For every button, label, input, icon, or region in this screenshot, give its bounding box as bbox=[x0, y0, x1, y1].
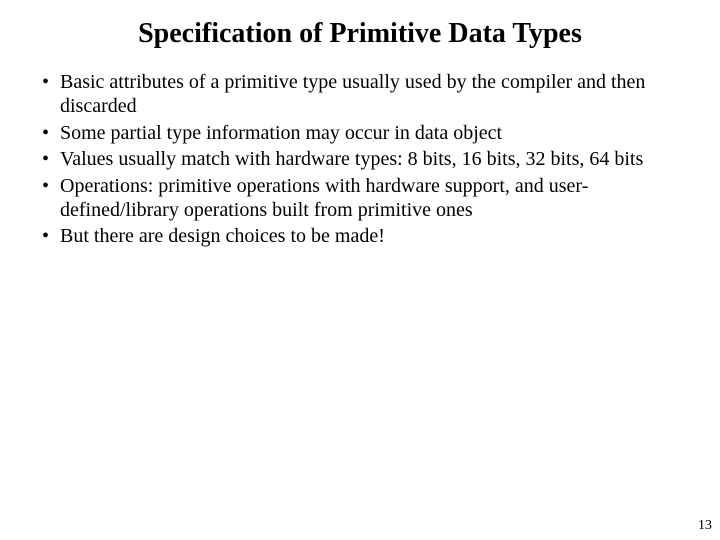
page-number: 13 bbox=[698, 518, 712, 534]
list-item: Basic attributes of a primitive type usu… bbox=[36, 70, 690, 119]
slide: Specification of Primitive Data Types Ba… bbox=[0, 0, 720, 540]
slide-title: Specification of Primitive Data Types bbox=[0, 0, 720, 70]
slide-content: Basic attributes of a primitive type usu… bbox=[0, 70, 720, 249]
list-item: Values usually match with hardware types… bbox=[36, 147, 690, 171]
bullet-list: Basic attributes of a primitive type usu… bbox=[36, 70, 690, 249]
list-item: Operations: primitive operations with ha… bbox=[36, 174, 690, 223]
list-item: Some partial type information may occur … bbox=[36, 121, 690, 145]
list-item: But there are design choices to be made! bbox=[36, 224, 690, 248]
